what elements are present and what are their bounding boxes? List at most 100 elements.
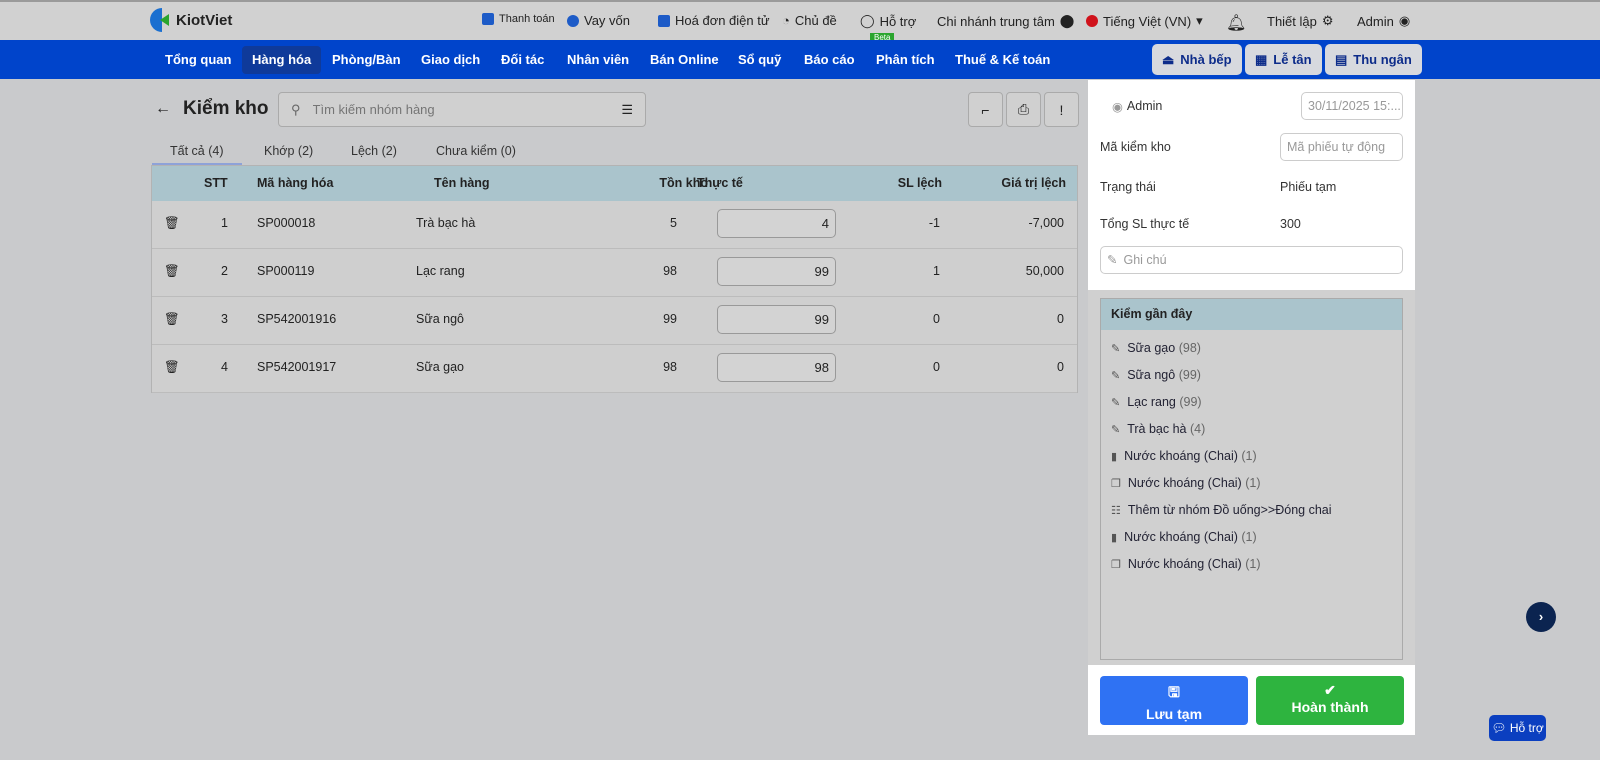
payment-icon	[482, 13, 494, 25]
recent-item[interactable]: ✎ Sữa gạo (98)	[1111, 341, 1201, 355]
trash-icon: ▮	[1111, 531, 1118, 544]
info-button[interactable]: !	[1044, 92, 1079, 127]
trash-icon[interactable]: 🗑︎	[164, 201, 180, 245]
expand-chevron-button[interactable]: ›	[1526, 602, 1556, 632]
cell-stock: 98	[663, 360, 677, 374]
recent-item[interactable]: ▮ Nước khoáng (Chai) (1)	[1111, 449, 1257, 463]
settings-link[interactable]: Thiết lập ⚙	[1267, 13, 1334, 29]
nav-overview[interactable]: Tổng quan	[155, 46, 241, 74]
list-icon[interactable]: ☰	[621, 102, 633, 118]
recent-item[interactable]: ✎ Lạc rang (99)	[1111, 395, 1202, 409]
help-button[interactable]: 💬︎ Hỗ trợ	[1489, 715, 1546, 741]
exclamation-icon: !	[1059, 101, 1064, 118]
actual-qty-input[interactable]: 98	[717, 353, 836, 382]
status-value: Phiếu tạm	[1280, 180, 1337, 194]
page-header: ← Kiểm kho	[155, 98, 269, 120]
logo[interactable]: KiotViet	[150, 8, 232, 32]
actual-qty-input[interactable]: 99	[717, 305, 836, 334]
cell-code: SP542001917	[257, 360, 337, 374]
search-input[interactable]	[312, 102, 610, 117]
cell-stock: 5	[670, 216, 677, 230]
recent-item[interactable]: ☷ Thêm từ nhóm Đồ uống>>Đóng chai	[1111, 503, 1332, 517]
nav-online-sales[interactable]: Bán Online	[640, 46, 729, 74]
caret-down-icon: ▾	[1196, 13, 1203, 28]
loan-link[interactable]: Vay vốn	[567, 13, 630, 28]
user-menu[interactable]: Admin ◉	[1357, 13, 1410, 29]
invoice-icon	[658, 14, 670, 27]
trash-icon[interactable]: 🗑︎	[164, 297, 180, 341]
recent-item[interactable]: ▮ Nước khoáng (Chai) (1)	[1111, 530, 1257, 544]
table-row: 🗑︎ 4 SP542001917 Sữa gạo 98 98 0 0	[152, 345, 1077, 393]
recent-checks: Kiểm gần đây ✎ Sữa gạo (98) ✎ Sữa ngô (99) ✎…	[1100, 298, 1403, 660]
list-icon: ☷	[1111, 504, 1121, 517]
vietnam-flag-icon	[1086, 15, 1098, 27]
cell-name: Lạc rang	[416, 264, 465, 278]
nav-rooms[interactable]: Phòng/Bàn	[322, 46, 411, 74]
nav-analytics[interactable]: Phân tích	[866, 46, 945, 74]
recent-item[interactable]: ✎ Trà bạc hà (4)	[1111, 422, 1205, 436]
recent-title: Kiểm gần đây	[1101, 299, 1402, 330]
tab-unchecked[interactable]: Chưa kiểm (0)	[436, 144, 516, 165]
nav-partners[interactable]: Đối tác	[491, 46, 554, 74]
cell-diff-value: 50,000	[1025, 264, 1064, 278]
print-button[interactable]: ⎙	[1006, 92, 1041, 127]
trash-icon: ▮	[1111, 450, 1118, 463]
user-circle-icon: ◉	[1398, 13, 1411, 28]
cashier-button[interactable]: ▤ Thu ngân	[1325, 44, 1422, 75]
table-row: 🗑︎ 2 SP000119 Lạc rang 98 99 1 50,000	[152, 249, 1077, 297]
calendar-check-icon: ▦	[1255, 51, 1268, 67]
complete-button[interactable]: ✔ Hoàn thành	[1256, 676, 1404, 725]
palette-icon: ◔	[782, 13, 790, 28]
scanner-icon: ⌐	[981, 101, 990, 118]
recent-item[interactable]: ✎ Sữa ngô (99)	[1111, 368, 1201, 382]
pencil-icon: ✎	[1111, 342, 1121, 355]
cell-code: SP542001916	[257, 312, 337, 326]
branch-selector[interactable]: Chi nhánh trung tâm ⬤	[937, 13, 1074, 29]
save-draft-button[interactable]: 🖫 Lưu tạm	[1100, 676, 1248, 725]
gear-icon: ⚙	[1321, 13, 1334, 28]
code-input[interactable]: Mã phiếu tự động	[1280, 133, 1403, 161]
cell-name: Sữa gạo	[416, 360, 464, 374]
nav-cashbook[interactable]: Sổ quỹ	[728, 46, 791, 74]
recent-item[interactable]: ❐ Nước khoáng (Chai) (1)	[1111, 557, 1260, 571]
bell-icon[interactable]: 🔔︎	[1226, 13, 1246, 33]
cell-name: Trà bạc hà	[416, 216, 476, 230]
actual-qty-input[interactable]: 4	[717, 209, 836, 238]
kitchen-button[interactable]: ⏏ Nhà bếp	[1152, 44, 1242, 75]
trash-icon[interactable]: 🗑︎	[164, 345, 180, 389]
cell-diff: 1	[933, 264, 940, 278]
note-input[interactable]: ✎ Ghi chú	[1100, 246, 1403, 274]
col-name: Tên hàng	[434, 176, 490, 190]
cell-diff: 0	[933, 360, 940, 374]
status-label: Trạng thái	[1100, 180, 1156, 194]
reception-button[interactable]: ▦ Lễ tân	[1245, 44, 1322, 75]
nav-products[interactable]: Hàng hóa	[242, 46, 322, 74]
nav-transactions[interactable]: Giao dịch	[411, 46, 490, 74]
barcode-scanner-button[interactable]: ⌐	[968, 92, 1003, 127]
back-arrow-icon[interactable]: ←	[155, 100, 171, 118]
cell-stock: 99	[663, 312, 677, 326]
e-invoice-link[interactable]: Hoá đơn điện tử	[658, 13, 770, 28]
actual-qty-input[interactable]: 99	[717, 257, 836, 286]
tab-all[interactable]: Tất cả (4)	[152, 144, 242, 165]
tab-matched[interactable]: Khớp (2)	[264, 144, 313, 165]
nav-reports[interactable]: Báo cáo	[794, 46, 865, 74]
nav-staff[interactable]: Nhân viên	[557, 46, 639, 74]
support-link[interactable]: ◯ Hỗ trợ	[860, 13, 916, 29]
action-section: 🖫 Lưu tạm ✔ Hoàn thành	[1088, 665, 1415, 735]
recent-item[interactable]: ❐ Nước khoáng (Chai) (1)	[1111, 476, 1260, 490]
nav-tax-accounting[interactable]: Thuế & Kế toán	[945, 46, 1060, 74]
language-selector[interactable]: Tiếng Việt (VN) ▾	[1086, 13, 1203, 29]
chat-bubble-icon: 💬︎	[1491, 721, 1507, 735]
tab-mismatched[interactable]: Lệch (2)	[351, 144, 397, 165]
info-section: ◉ Admin 30/11/2025 15:... Mã kiểm kho Mã …	[1088, 80, 1415, 290]
cell-stock: 98	[663, 264, 677, 278]
theme-link[interactable]: ◔ Chủ đề	[782, 13, 837, 28]
datetime-field[interactable]: 30/11/2025 15:...	[1301, 92, 1403, 120]
cell-code: SP000119	[257, 264, 315, 278]
cell-diff-value: -7,000	[1028, 216, 1064, 230]
pencil-icon: ✎	[1107, 253, 1118, 267]
main-nav: Tổng quan Hàng hóa Phòng/Bàn Giao dịch Đ…	[0, 40, 1600, 79]
trash-icon[interactable]: 🗑︎	[164, 249, 180, 293]
payment-link[interactable]: Thanh toán	[482, 13, 555, 25]
